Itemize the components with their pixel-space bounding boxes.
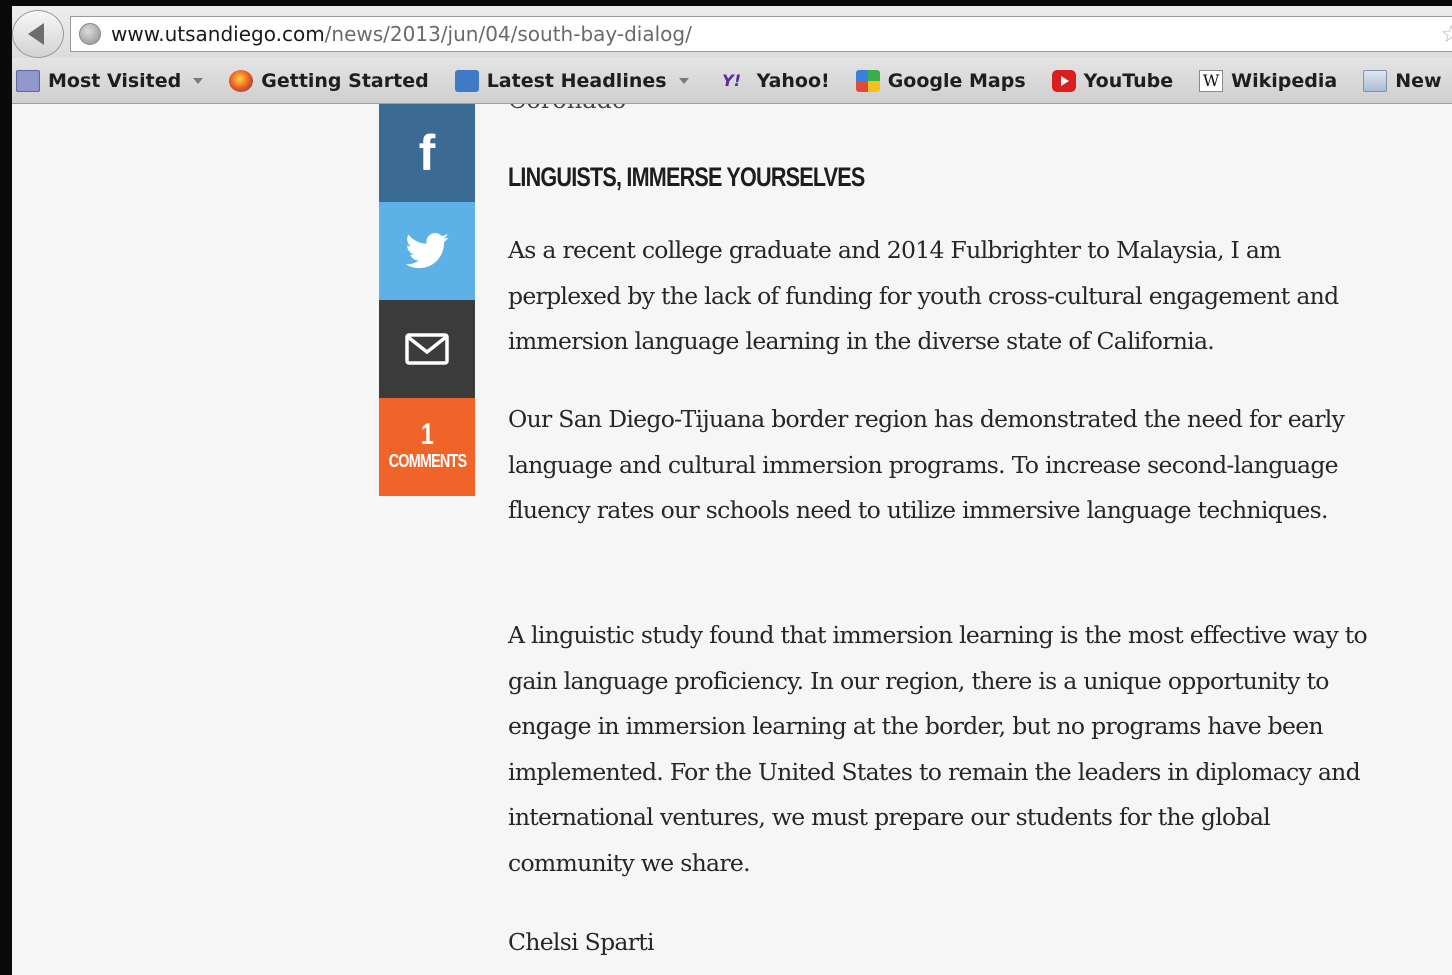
url-text: www.utsandiego.com/news/2013/jun/04/sout… <box>111 22 692 46</box>
share-sidebar: f 1 COMMENTS <box>379 104 475 496</box>
comments-label: COMMENTS <box>388 451 466 472</box>
author-signature: Chelsi Sparti <box>508 928 655 956</box>
article-paragraph: Our San Diego-Tijuana border region has … <box>508 405 1345 524</box>
article-paragraph: As a recent college graduate and 2014 Fu… <box>508 236 1339 355</box>
bookmark-new-folder[interactable]: New <box>1363 58 1442 103</box>
facebook-icon: f <box>418 125 436 181</box>
twitter-share-button[interactable] <box>379 202 475 300</box>
comments-button[interactable]: 1 COMMENTS <box>379 398 475 496</box>
folder-icon <box>1363 69 1388 92</box>
browser-toolbar: www.utsandiego.com/news/2013/jun/04/sout… <box>12 6 1452 58</box>
bookmark-latest-headlines[interactable]: Latest Headlines <box>454 58 689 103</box>
bookmark-wikipedia[interactable]: W Wikipedia <box>1199 58 1337 103</box>
back-button[interactable] <box>12 10 64 58</box>
bookmark-label: Yahoo! <box>756 69 830 92</box>
address-bar[interactable]: www.utsandiego.com/news/2013/jun/04/sout… <box>70 16 1452 52</box>
bookmark-getting-started[interactable]: Getting Started <box>229 58 429 103</box>
bookmark-google-maps[interactable]: Google Maps <box>855 58 1026 103</box>
facebook-share-button[interactable]: f <box>379 104 475 202</box>
bookmark-label: New <box>1395 69 1442 92</box>
bookmark-label: Google Maps <box>887 69 1026 92</box>
bookmark-label: Getting Started <box>261 69 429 92</box>
article-paragraph: A linguistic study found that immersion … <box>508 621 1368 877</box>
url-path: /news/2013/jun/04/south-bay-dialog/ <box>324 22 692 46</box>
bookmark-label: Most Visited <box>48 69 182 92</box>
section-heading: LINGUISTS, IMMERSE YOURSELVES <box>508 162 865 192</box>
bookmark-youtube[interactable]: YouTube <box>1051 58 1174 103</box>
yahoo-icon: Y! <box>722 71 741 90</box>
bookmark-label: Wikipedia <box>1231 69 1338 92</box>
bookmark-most-visited[interactable]: Most Visited <box>16 58 204 103</box>
back-arrow-icon <box>27 23 44 45</box>
cut-off-text: Coronado <box>508 104 626 114</box>
chevron-down-icon <box>678 77 689 84</box>
url-host: www.utsandiego.com <box>111 22 325 46</box>
bookmark-yahoo[interactable]: Y! Yahoo! <box>715 58 830 103</box>
bookmark-label: Latest Headlines <box>486 69 667 92</box>
youtube-icon <box>1051 69 1076 92</box>
wikipedia-icon: W <box>1199 69 1224 92</box>
globe-icon <box>79 23 101 45</box>
bookmarks-bar: Most Visited Getting Started Latest Head… <box>12 58 1452 104</box>
firefox-icon <box>229 69 254 92</box>
bookmark-star-icon[interactable]: ☆ <box>1440 23 1452 47</box>
email-share-button[interactable] <box>379 300 475 398</box>
folder-star-icon <box>16 69 40 92</box>
page-content: f 1 COMMENTS Coronado LINGUISTS, IMMERSE… <box>12 104 1452 975</box>
envelope-icon <box>405 333 449 365</box>
rss-icon <box>454 69 479 92</box>
bookmark-label: YouTube <box>1083 69 1174 92</box>
comment-count: 1 <box>420 418 434 452</box>
chevron-down-icon <box>193 77 204 84</box>
google-maps-icon <box>855 69 880 92</box>
twitter-bird-icon <box>405 233 449 269</box>
